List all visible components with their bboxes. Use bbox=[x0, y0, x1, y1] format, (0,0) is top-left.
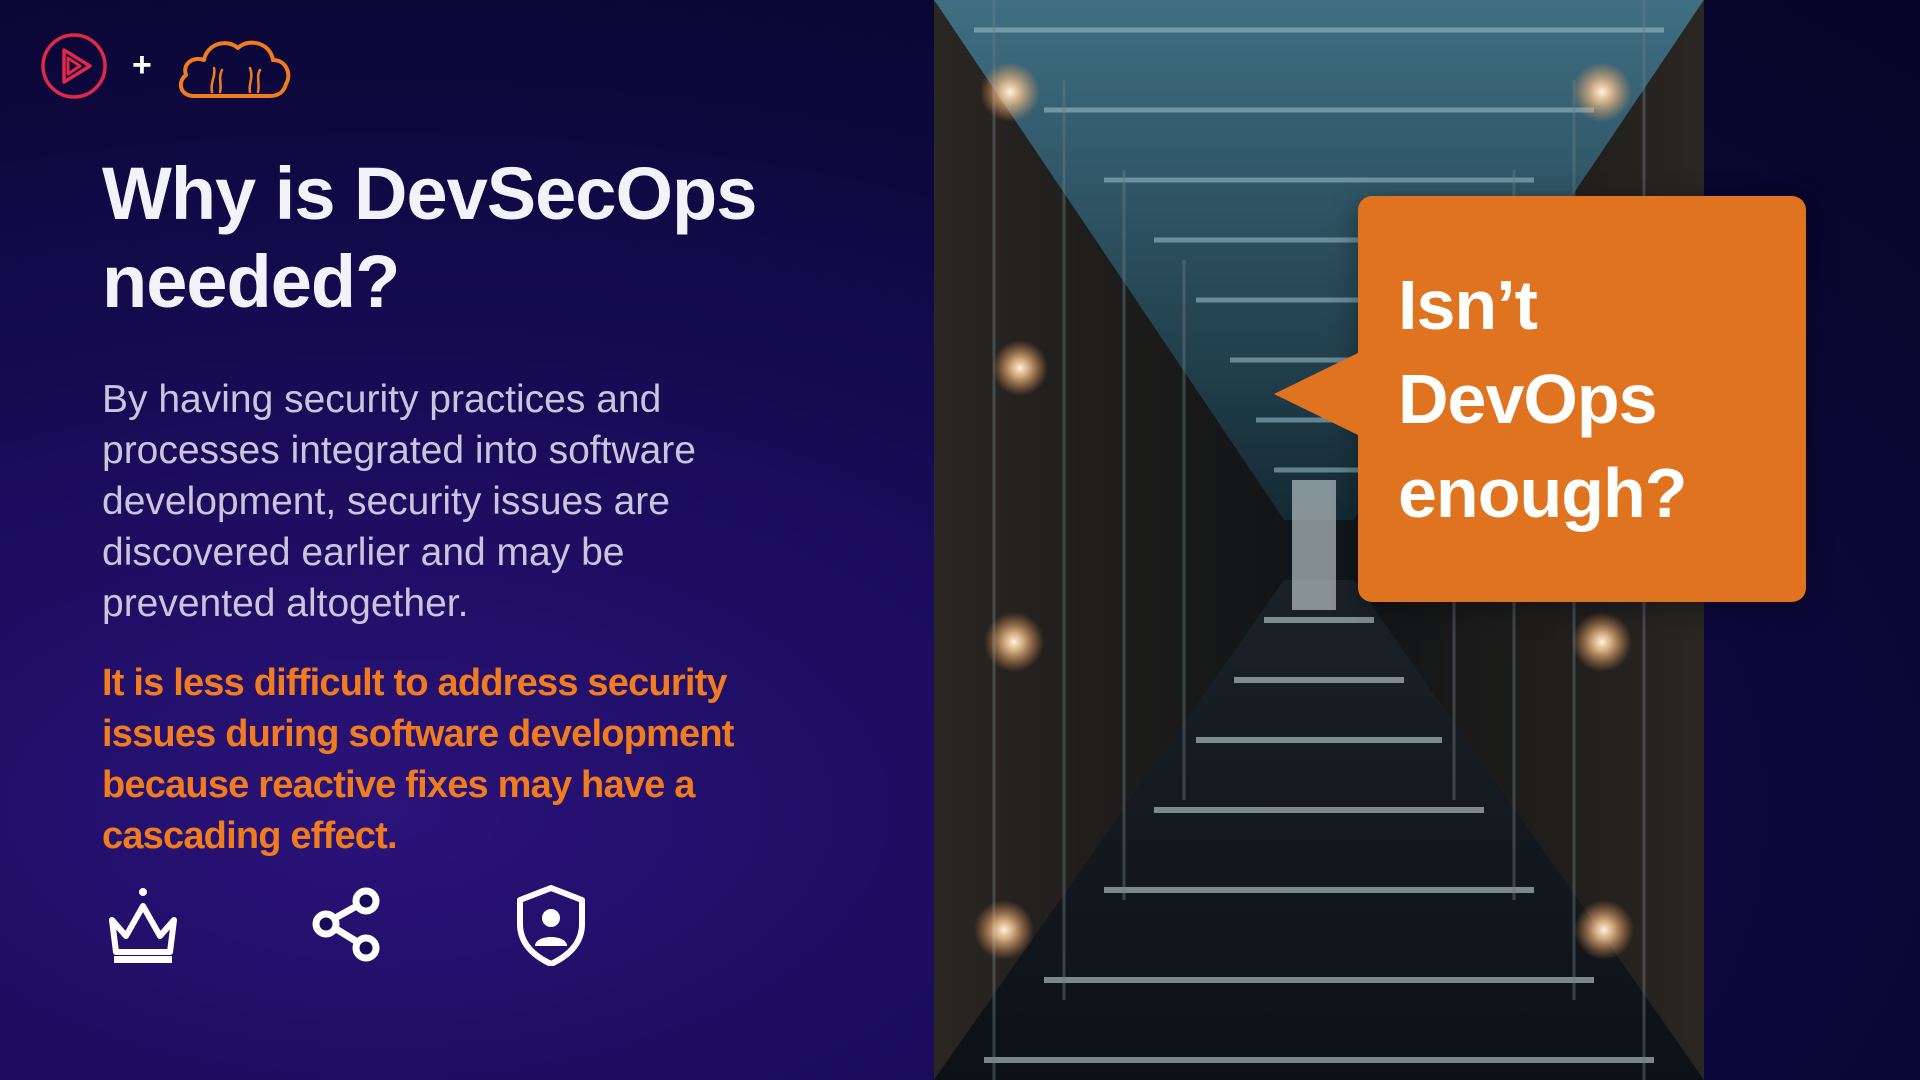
logo-row: + bbox=[38, 30, 294, 102]
share-icon bbox=[312, 887, 380, 962]
crown-icon bbox=[109, 888, 177, 963]
body-paragraph: By having security practices and process… bbox=[102, 378, 696, 625]
callout-tail bbox=[1274, 352, 1360, 436]
logo-separator: + bbox=[132, 46, 152, 84]
shield-user-icon bbox=[517, 885, 585, 966]
callout-text: Isn’t DevOps enough? bbox=[1398, 266, 1687, 532]
play-logo-icon bbox=[41, 33, 107, 99]
highlight-paragraph: It is less difficult to address security… bbox=[102, 662, 734, 857]
slide-title: Why is DevSecOps needed? bbox=[102, 152, 757, 323]
slide: + Why is DevSecOps needed? By having sec… bbox=[0, 0, 1920, 1080]
icon-row bbox=[104, 884, 590, 966]
cloud-logo-icon bbox=[178, 40, 291, 98]
speech-callout: Isn’t DevOps enough? bbox=[1274, 196, 1806, 602]
